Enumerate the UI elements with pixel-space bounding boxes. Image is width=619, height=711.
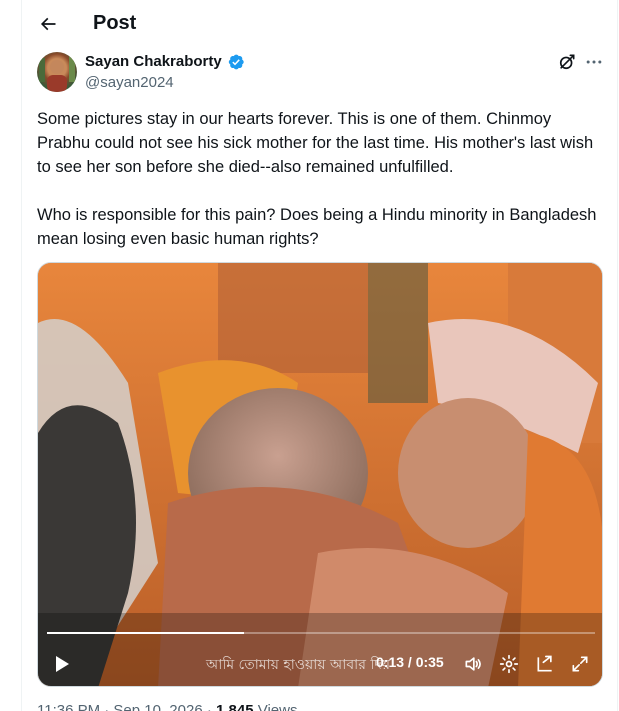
avatar[interactable] <box>37 52 77 92</box>
back-button[interactable] <box>36 10 60 38</box>
page-title: Post <box>93 12 137 34</box>
fullscreen-icon <box>572 656 588 672</box>
back-arrow-icon <box>40 17 56 31</box>
video-progress-bar[interactable] <box>47 632 595 634</box>
author-name[interactable]: Sayan Chakraborty <box>85 53 222 70</box>
video-time: 0:13 / 0:35 <box>376 654 444 670</box>
picture-in-picture-icon <box>537 655 552 672</box>
settings-button[interactable] <box>498 652 520 676</box>
video-frame <box>38 263 602 686</box>
verified-badge-icon <box>228 54 244 70</box>
picture-in-picture-button[interactable] <box>534 652 556 676</box>
volume-icon <box>465 657 481 671</box>
volume-button[interactable] <box>462 652 484 676</box>
views-label: Views <box>257 702 298 711</box>
play-icon <box>56 656 69 672</box>
views-count: 1,845 <box>216 702 254 711</box>
video-progress-fill <box>47 632 245 634</box>
top-bar: Post <box>22 0 617 48</box>
settings-icon <box>499 654 519 674</box>
column-left-border <box>21 0 22 711</box>
column-right-border <box>617 0 618 711</box>
post-meta: 11:36 PM · Sep 10, 2026 · 1,845 Views <box>37 702 297 711</box>
fullscreen-button[interactable] <box>569 652 591 676</box>
video-player[interactable]: আমি তোমায় হাওয়ায় আবার দিয় 0:13 / 0:3… <box>37 262 603 687</box>
grok-icon[interactable] <box>557 52 577 72</box>
video-caption: আমি তোমায় হাওয়ায় আবার দিয় <box>206 657 390 673</box>
post-timestamp[interactable]: 11:36 PM · Sep 10, 2026 · <box>37 702 216 711</box>
play-button[interactable] <box>52 652 72 676</box>
author-handle[interactable]: @sayan2024 <box>85 74 174 91</box>
post-text: Some pictures stay in our hearts forever… <box>37 110 597 248</box>
more-icon[interactable] <box>583 52 605 72</box>
